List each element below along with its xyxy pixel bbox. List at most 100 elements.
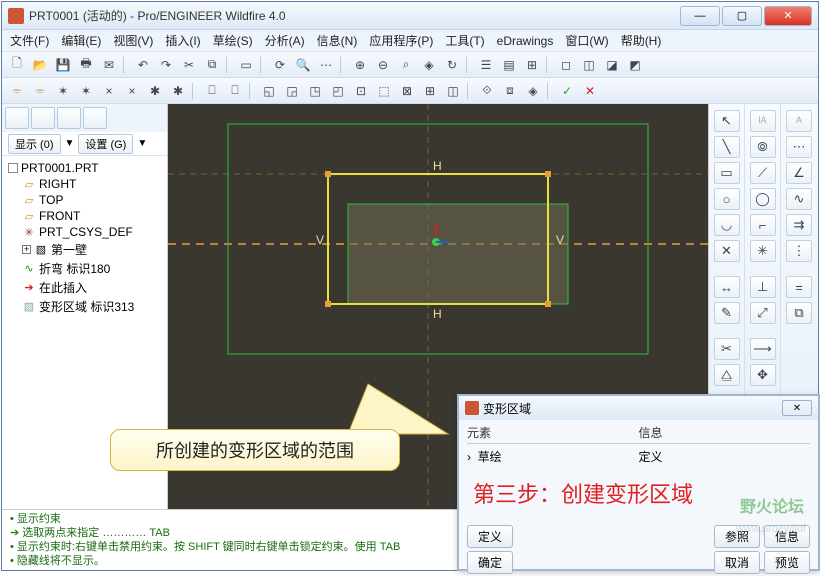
point2-icon[interactable]: ✕ xyxy=(714,240,740,262)
sket6-icon[interactable]: ⬚ xyxy=(373,80,395,102)
titlebar[interactable]: PRT0001 (活动的) - Pro/ENGINEER Wildfire 4.… xyxy=(2,2,818,30)
tab-fav-icon[interactable] xyxy=(57,107,81,129)
con2-icon[interactable]: ⧈ xyxy=(499,80,521,102)
tree-top[interactable]: ▱TOP xyxy=(4,192,165,208)
sket3-icon[interactable]: ◳ xyxy=(304,80,326,102)
equal-icon[interactable]: = xyxy=(786,276,812,298)
cut-icon[interactable]: ✂ xyxy=(178,54,200,76)
offset-icon[interactable]: ⇉ xyxy=(786,214,812,236)
close-button[interactable]: ✕ xyxy=(764,6,812,26)
sket5-icon[interactable]: ⊡ xyxy=(350,80,372,102)
line-icon[interactable]: ╲ xyxy=(714,136,740,158)
axis1-icon[interactable]: ✶ xyxy=(52,80,74,102)
menu-edrawings[interactable]: eDrawings xyxy=(497,34,554,48)
menu-view[interactable]: 视图(V) xyxy=(113,32,153,49)
ann2-icon[interactable]: ⎕ xyxy=(224,80,246,102)
sket1-icon[interactable]: ◱ xyxy=(258,80,280,102)
preview-button[interactable]: 预览 xyxy=(764,551,810,574)
sket4-icon[interactable]: ◰ xyxy=(327,80,349,102)
r-type-icon[interactable]: ᴵᴬ xyxy=(750,110,776,132)
copy-icon[interactable]: ⧉ xyxy=(201,54,223,76)
regen-icon[interactable]: ⟳ xyxy=(269,54,291,76)
link-icon[interactable]: ⧉ xyxy=(786,302,812,324)
tab-conn-icon[interactable] xyxy=(83,107,107,129)
trim1-icon[interactable]: ✂ xyxy=(714,338,740,360)
dialog-titlebar[interactable]: 变形区域 ✕ xyxy=(459,396,818,420)
point-icon[interactable]: ⋯ xyxy=(315,54,337,76)
deform-area-dialog[interactable]: 变形区域 ✕ 元素 信息 › 草绘 定义 第三步：创建变形区域 定义 确定 参照… xyxy=(457,394,820,571)
con3-icon[interactable]: ◈ xyxy=(522,80,544,102)
redo-icon[interactable]: ↷ xyxy=(155,54,177,76)
datum2-icon[interactable]: ⌯ xyxy=(29,80,51,102)
menu-tools[interactable]: 工具(T) xyxy=(445,32,484,49)
tree-right[interactable]: ▱RIGHT xyxy=(4,176,165,192)
zoom-out-icon[interactable]: ⊖ xyxy=(372,54,394,76)
menu-insert[interactable]: 插入(I) xyxy=(165,32,200,49)
maximize-button[interactable]: ▢ xyxy=(722,6,762,26)
menu-sketch[interactable]: 草绘(S) xyxy=(213,32,253,49)
open-icon[interactable]: 📂 xyxy=(29,54,51,76)
sket8-icon[interactable]: ⊞ xyxy=(419,80,441,102)
dialog-close-icon[interactable]: ✕ xyxy=(782,400,812,416)
shade4-icon[interactable]: ◩ xyxy=(624,54,646,76)
menu-window[interactable]: 窗口(W) xyxy=(565,32,608,49)
ok-icon[interactable]: ✓ xyxy=(556,80,578,102)
circle-icon[interactable]: ○ xyxy=(714,188,740,210)
shade3-icon[interactable]: ◪ xyxy=(601,54,623,76)
undo-icon[interactable]: ↶ xyxy=(132,54,154,76)
find-icon[interactable]: 🔍 xyxy=(292,54,314,76)
ann1-icon[interactable]: ⎕ xyxy=(201,80,223,102)
tree-insert-here[interactable]: ➔在此插入 xyxy=(4,278,165,297)
select-icon[interactable]: ▭ xyxy=(235,54,257,76)
orient-icon[interactable]: ◈ xyxy=(418,54,440,76)
menu-file[interactable]: 文件(F) xyxy=(10,32,49,49)
tree-bend[interactable]: ∿折弯 标识180 xyxy=(4,259,165,278)
tree-wall[interactable]: +▧第一壁 xyxy=(4,240,165,259)
cancel-button[interactable]: 取消 xyxy=(714,551,760,574)
text-icon[interactable]: ᴬ xyxy=(786,110,812,132)
tree-root[interactable]: PRT0001.PRT xyxy=(4,160,165,176)
pt1-icon[interactable]: × xyxy=(98,80,120,102)
arc-icon[interactable]: ◡ xyxy=(714,214,740,236)
layers-icon[interactable]: ☰ xyxy=(475,54,497,76)
menu-edit[interactable]: 编辑(E) xyxy=(61,32,101,49)
coord-icon[interactable]: ✳ xyxy=(750,240,776,262)
menu-help[interactable]: 帮助(H) xyxy=(621,32,662,49)
select-icon[interactable]: ↖ xyxy=(714,110,740,132)
sket7-icon[interactable]: ⊠ xyxy=(396,80,418,102)
move-icon[interactable]: ✥ xyxy=(750,364,776,386)
zoom-in-icon[interactable]: ⊕ xyxy=(349,54,371,76)
extend-icon[interactable]: ⟶ xyxy=(750,338,776,360)
cline-icon[interactable]: ⋯ xyxy=(786,136,812,158)
spline-icon[interactable]: ⦾ xyxy=(750,136,776,158)
tree-csys[interactable]: ✳PRT_CSYS_DEF xyxy=(4,224,165,240)
wave-icon[interactable]: ∿ xyxy=(786,188,812,210)
menu-info[interactable]: 信息(N) xyxy=(317,32,358,49)
csys1-icon[interactable]: ✱ xyxy=(144,80,166,102)
mirror-icon[interactable]: ⧋ xyxy=(714,364,740,386)
fillet-icon[interactable]: ⟋ xyxy=(750,162,776,184)
sket2-icon[interactable]: ◲ xyxy=(281,80,303,102)
axis2-icon[interactable]: ✶ xyxy=(75,80,97,102)
axis-icon[interactable]: ⊞ xyxy=(521,54,543,76)
tree-deform-area[interactable]: ▨变形区域 标识313 xyxy=(4,297,165,316)
menu-analysis[interactable]: 分析(A) xyxy=(265,32,305,49)
minimize-button[interactable]: — xyxy=(680,6,720,26)
row-element[interactable]: › 草绘 xyxy=(467,448,639,465)
print-icon[interactable]: 🖶 xyxy=(75,54,97,76)
save-icon[interactable]: 💾 xyxy=(52,54,74,76)
settings-dropdown[interactable]: 设置 (G) xyxy=(78,134,133,154)
angle-icon[interactable]: ∠ xyxy=(786,162,812,184)
perp-icon[interactable]: ⊥ xyxy=(750,276,776,298)
spin-icon[interactable]: ↻ xyxy=(441,54,463,76)
define-button[interactable]: 定义 xyxy=(467,525,513,548)
scale-icon[interactable]: ⤢ xyxy=(750,302,776,324)
rect-icon[interactable]: ▭ xyxy=(714,162,740,184)
tree-front[interactable]: ▱FRONT xyxy=(4,208,165,224)
display-icon[interactable]: ▤ xyxy=(498,54,520,76)
con1-icon[interactable]: ⟐ xyxy=(476,80,498,102)
tab-folder-icon[interactable] xyxy=(31,107,55,129)
cancel-icon[interactable]: ✕ xyxy=(579,80,601,102)
shade2-icon[interactable]: ◫ xyxy=(578,54,600,76)
display-dropdown[interactable]: 显示 (0) xyxy=(8,134,61,154)
